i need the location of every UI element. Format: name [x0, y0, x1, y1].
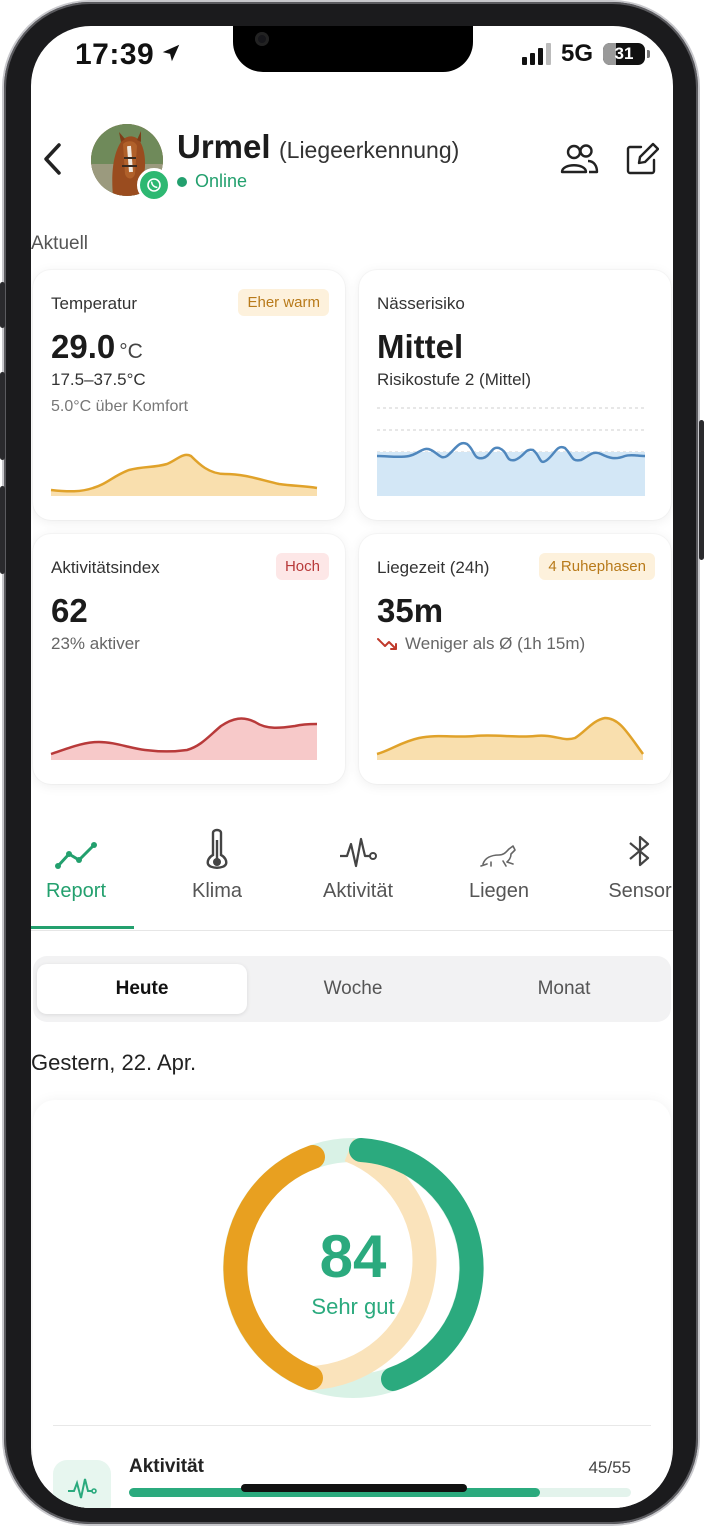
lying-compare: Weniger als Ø (1h 15m): [377, 634, 585, 654]
status-indicators: 5G 31: [521, 40, 650, 68]
wetness-label: Nässerisiko: [377, 294, 465, 313]
lying-compare-text: Weniger als Ø (1h 15m): [405, 634, 586, 653]
tab-sensor[interactable]: Sensor: [580, 826, 673, 903]
tab-aktivitaet[interactable]: Aktivität: [298, 826, 418, 903]
temperature-label: Temperatur: [51, 294, 137, 313]
temperature-value: 29.0 °C: [51, 328, 143, 366]
activity-label: Aktivitätsindex: [51, 558, 160, 577]
period-selector: Heute Woche Monat: [33, 956, 671, 1022]
activity-delta: 23% aktiver: [51, 634, 140, 653]
temperature-range: 17.5–37.5°C: [51, 370, 146, 389]
edit-icon: [626, 142, 660, 175]
battery-level: 31: [614, 44, 634, 63]
horse-title: Urmel (Liegeerkennung): [177, 128, 459, 166]
tab-aktivitaet-label: Aktivität: [322, 880, 394, 902]
temperature-comfort: 5.0°C über Komfort: [51, 398, 189, 415]
temperature-sparkline: [50, 453, 318, 496]
tab-liegen[interactable]: Liegen: [439, 826, 559, 903]
horse-name: Urmel: [177, 128, 271, 165]
users-button[interactable]: [559, 142, 599, 181]
thermometer-icon: [206, 828, 228, 869]
report-divider: [53, 1425, 651, 1426]
lying-card[interactable]: Liegezeit (24h) 4 Ruhephasen 35m Weniger…: [359, 534, 671, 784]
tab-liegen-label: Liegen: [468, 880, 530, 902]
lying-sparkline: [376, 716, 645, 760]
online-status: Online: [177, 171, 247, 192]
activity-tag: Hoch: [275, 553, 329, 580]
activity-card[interactable]: Aktivitätsindex Hoch 62 23% aktiver: [33, 534, 345, 784]
volume-down-button: [0, 486, 5, 574]
report-date: Gestern, 22. Apr.: [31, 1050, 197, 1075]
activity-value: 62: [51, 592, 88, 629]
temperature-card[interactable]: Temperatur Eher warm 29.0 °C 17.5–37.5°C …: [33, 270, 345, 520]
online-dot: [177, 176, 187, 187]
tab-klima-label: Klima: [191, 880, 242, 902]
lying-value: 35m: [377, 592, 444, 629]
trend-down-icon: [377, 638, 397, 650]
wetness-sparkline: [376, 407, 646, 496]
temperature-unit: °C: [119, 340, 143, 363]
tab-klima[interactable]: Klima: [157, 826, 277, 903]
score-value: 84: [319, 1223, 387, 1290]
home-indicator[interactable]: [241, 1484, 467, 1492]
activity-metric-icon: [53, 1460, 111, 1508]
wetness-level: Risikostufe 2 (Mittel): [377, 370, 531, 389]
status-time: 17:39: [75, 38, 182, 72]
tab-report-label: Report: [45, 880, 107, 902]
location-arrow-icon: [160, 38, 182, 72]
metric-activity-value: 45/55: [588, 1458, 631, 1477]
trend-line-icon: [55, 842, 97, 869]
lying-tag: 4 Ruhephasen: [539, 553, 655, 580]
users-icon: [560, 144, 599, 174]
power-button: [699, 420, 704, 560]
edit-button[interactable]: [625, 142, 660, 181]
chevron-left-icon: [44, 143, 61, 175]
back-button[interactable]: [41, 142, 63, 184]
network-type: 5G: [560, 40, 593, 67]
section-current-label: Aktuell: [31, 233, 89, 254]
temperature-number: 29.0: [51, 328, 116, 365]
cellular-signal-icon: [521, 43, 551, 65]
wetness-value: Mittel: [377, 328, 464, 365]
temperature-tag: Eher warm: [238, 289, 329, 316]
mute-switch: [0, 282, 5, 328]
battery-icon: 31: [603, 43, 650, 65]
metric-activity-label: Aktivität: [129, 1456, 204, 1477]
tab-sensor-label: Sensor: [608, 880, 672, 902]
wetness-card[interactable]: Nässerisiko Mittel Risikostufe 2 (Mittel…: [359, 270, 671, 520]
volume-up-button: [0, 372, 5, 460]
horse-subtitle: (Liegeerkennung): [279, 137, 460, 163]
dynamic-island: [233, 26, 473, 72]
online-status-text: Online: [195, 171, 248, 191]
activity-sparkline: [50, 717, 318, 760]
active-tab-indicator: [31, 926, 134, 929]
period-woche[interactable]: Woche: [248, 964, 458, 1014]
screen: 17:39 5G 31 Urmel (Liegeerkennung) Onlin…: [31, 26, 673, 1508]
period-heute[interactable]: Heute: [37, 964, 247, 1014]
period-monat[interactable]: Monat: [459, 964, 669, 1014]
whatsapp-icon: [137, 168, 171, 202]
tab-report[interactable]: Report: [31, 826, 136, 903]
pulse-icon: [340, 837, 377, 868]
pulse-icon: [68, 1478, 97, 1499]
lying-label: Liegezeit (24h): [377, 558, 490, 577]
time-text: 17:39: [75, 38, 155, 71]
score-label: Sehr gut: [311, 1294, 395, 1319]
section-tabs: Report Klima Aktivität Liegen Sensor: [31, 826, 673, 931]
bluetooth-icon: [629, 835, 650, 867]
horse-icon: [480, 845, 516, 867]
front-camera: [255, 32, 269, 46]
